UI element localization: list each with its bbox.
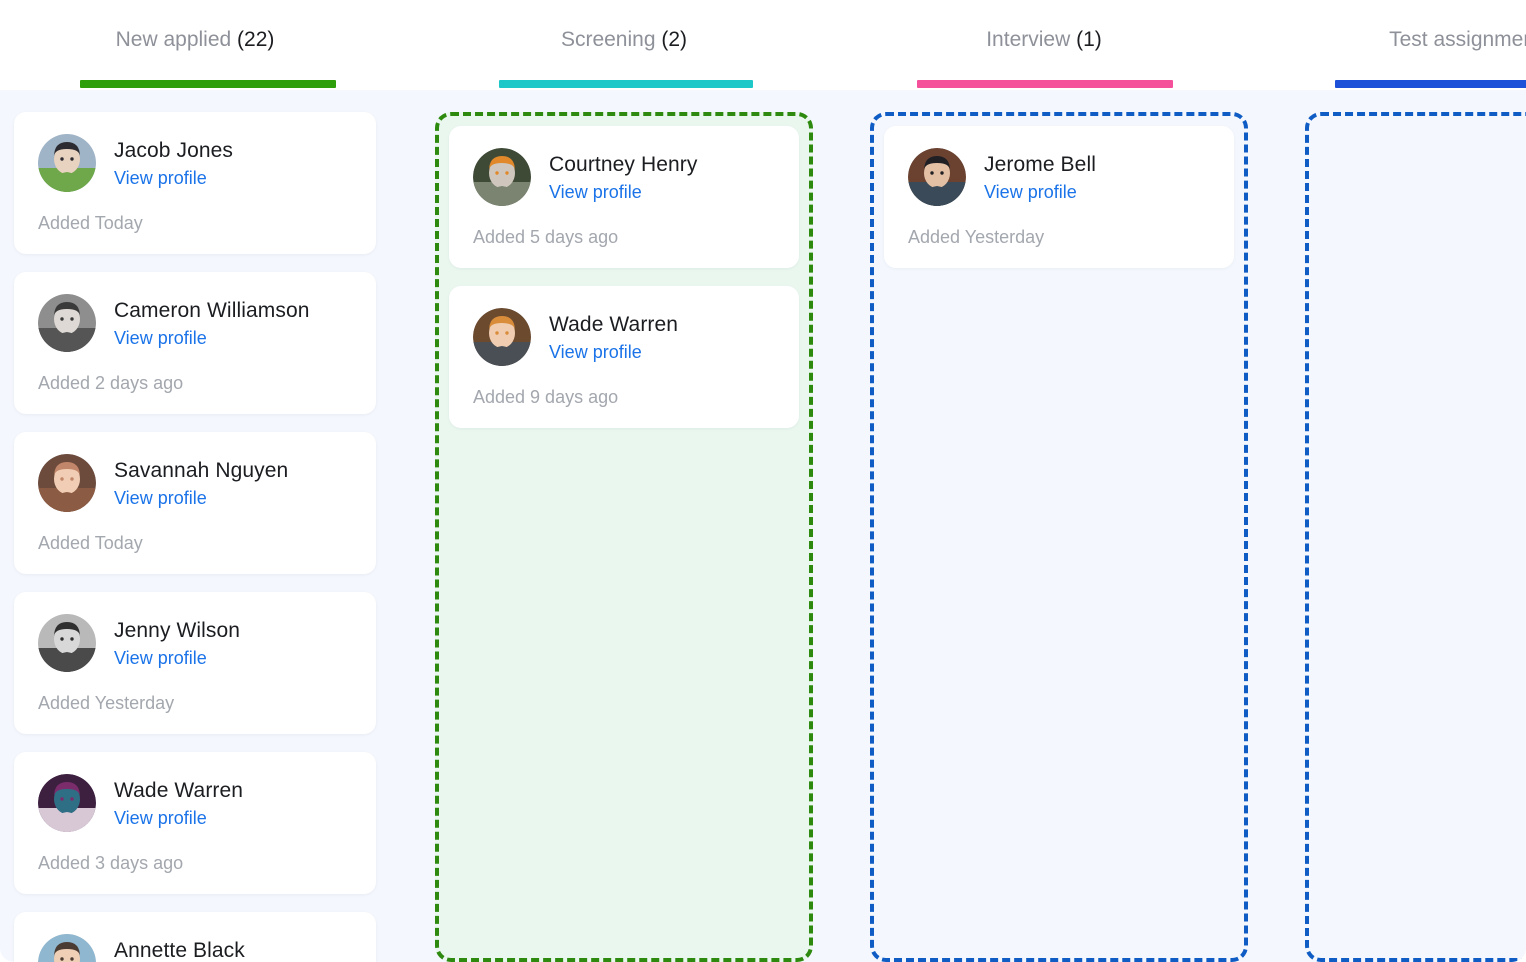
candidate-identity: Cameron Williamson View profile xyxy=(114,298,310,349)
candidate-identity: Courtney Henry View profile xyxy=(549,152,697,203)
candidate-identity: Annette BlackView profile xyxy=(114,938,245,962)
avatar-jacob-jones-icon xyxy=(38,134,96,192)
candidate-added-timestamp: Added Today xyxy=(38,533,143,553)
column-accent-bar-screening xyxy=(499,80,753,88)
column-header-new-applied: New applied (22) xyxy=(14,0,376,90)
candidate-card[interactable]: Wade Warren View profile Added 9 days ago xyxy=(449,286,799,428)
candidate-name: Jerome Bell xyxy=(984,152,1096,176)
candidate-card-top: Wade Warren View profile xyxy=(473,308,775,366)
view-profile-link[interactable]: View profile xyxy=(114,647,240,669)
avatar-wade-warren-left-icon xyxy=(38,774,96,832)
column-title-text: New applied xyxy=(115,28,232,51)
candidate-card[interactable]: Wade Warren View profile Added 3 days ago xyxy=(14,752,376,894)
candidate-card-top: Jenny Wilson View profile xyxy=(38,614,352,672)
column-count: (2) xyxy=(661,28,688,51)
candidate-card[interactable]: Cameron Williamson View profile Added 2 da… xyxy=(14,272,376,414)
candidate-card[interactable]: Jerome Bell View profile Added Yesterday xyxy=(884,126,1234,268)
candidate-added-timestamp: Added 2 days ago xyxy=(38,373,184,393)
candidate-card[interactable]: Annette BlackView profile xyxy=(14,912,376,962)
candidate-card-top: Cameron Williamson View profile xyxy=(38,294,352,352)
dropzone-screening[interactable]: Courtney Henry View profile Added 5 days a… xyxy=(435,112,813,962)
candidate-added-timestamp: Added Today xyxy=(38,213,143,233)
avatar-annette-black-icon xyxy=(38,934,96,962)
column-count: (1) xyxy=(1076,28,1102,51)
candidate-card[interactable]: Jacob Jones View profile Added Today xyxy=(14,112,376,254)
candidate-added-timestamp: Added 3 days ago xyxy=(38,853,184,873)
avatar-savannah-nguyen-icon xyxy=(38,454,96,512)
candidate-added-timestamp: Added 9 days ago xyxy=(473,387,619,407)
candidate-identity: Jacob Jones View profile xyxy=(114,138,233,189)
avatar-wade-warren-icon xyxy=(473,308,531,366)
kanban-board: New applied (22) Screening (2) Interview… xyxy=(0,0,1526,962)
candidate-name: Wade Warren xyxy=(549,312,679,336)
avatar-courtney-henry-icon xyxy=(473,148,531,206)
candidate-card[interactable]: Jenny Wilson View profile Added Yesterday xyxy=(14,592,376,734)
column-title-interview: Interview (1) xyxy=(855,27,1233,53)
candidate-card[interactable]: Courtney Henry View profile Added 5 days a… xyxy=(449,126,799,268)
candidate-added-timestamp: Added Yesterday xyxy=(908,227,1045,247)
view-profile-link[interactable]: View profile xyxy=(114,167,233,189)
view-profile-link[interactable]: View profile xyxy=(984,181,1096,203)
candidate-identity: Wade Warren View profile xyxy=(549,312,678,363)
candidate-name: Cameron Williamson xyxy=(114,298,310,322)
candidate-identity: Jerome Bell View profile xyxy=(984,152,1096,203)
column-title-text: Interview xyxy=(986,28,1071,51)
candidate-identity: Wade Warren View profile xyxy=(114,778,243,829)
candidate-name: Jacob Jones xyxy=(114,138,234,162)
candidate-card-top: Savannah Nguyen View profile xyxy=(38,454,352,512)
dropzone-interview[interactable]: Jerome Bell View profile Added Yesterday xyxy=(870,112,1248,962)
avatar-jenny-wilson-icon xyxy=(38,614,96,672)
candidate-name: Wade Warren xyxy=(114,778,244,802)
column-accent-bar-test-assignment xyxy=(1335,80,1526,88)
candidate-identity: Jenny Wilson View profile xyxy=(114,618,240,669)
column-count: (22) xyxy=(237,28,275,51)
candidate-card-top: Jacob Jones View profile xyxy=(38,134,352,192)
column-header-screening: Screening (2) xyxy=(435,0,813,90)
candidate-identity: Savannah Nguyen View profile xyxy=(114,458,288,509)
candidate-name: Jenny Wilson xyxy=(114,618,241,642)
column-title-text: Test assignment xyxy=(1389,28,1526,51)
candidate-name: Savannah Nguyen xyxy=(114,458,289,482)
board-header: New applied (22) Screening (2) Interview… xyxy=(0,0,1526,90)
candidate-name: Annette Black xyxy=(114,938,245,962)
card-list-new-applied: Jacob Jones View profile Added Today Camero… xyxy=(14,112,376,962)
candidate-card-top: Courtney Henry View profile xyxy=(473,148,775,206)
view-profile-link[interactable]: View profile xyxy=(114,807,243,829)
candidate-card[interactable]: Savannah Nguyen View profile Added Today xyxy=(14,432,376,574)
column-title-screening: Screening (2) xyxy=(435,27,813,53)
candidate-name: Courtney Henry xyxy=(549,152,698,176)
candidate-card-top: Annette BlackView profile xyxy=(38,934,352,962)
column-title-text: Screening xyxy=(560,28,656,51)
column-accent-bar-interview xyxy=(917,80,1173,88)
column-accent-bar-new-applied xyxy=(80,80,336,88)
candidate-card-top: Wade Warren View profile xyxy=(38,774,352,832)
column-header-interview: Interview (1) xyxy=(855,0,1233,90)
column-title-new-applied: New applied (22) xyxy=(14,27,376,53)
view-profile-link[interactable]: View profile xyxy=(114,327,310,349)
dropzone-test-assignment[interactable] xyxy=(1305,112,1526,962)
view-profile-link[interactable]: View profile xyxy=(549,341,678,363)
column-title-test-assignment: Test assignment xyxy=(1275,27,1526,53)
candidate-added-timestamp: Added Yesterday xyxy=(38,693,175,713)
board-surface: Jacob Jones View profile Added Today Camero… xyxy=(0,90,1526,962)
avatar-jerome-bell-icon xyxy=(908,148,966,206)
column-header-test-assignment: Test assignment xyxy=(1275,0,1526,90)
view-profile-link[interactable]: View profile xyxy=(549,181,697,203)
candidate-added-timestamp: Added 5 days ago xyxy=(473,227,619,247)
candidate-card-top: Jerome Bell View profile xyxy=(908,148,1210,206)
avatar-cameron-williamson-icon xyxy=(38,294,96,352)
view-profile-link[interactable]: View profile xyxy=(114,487,288,509)
